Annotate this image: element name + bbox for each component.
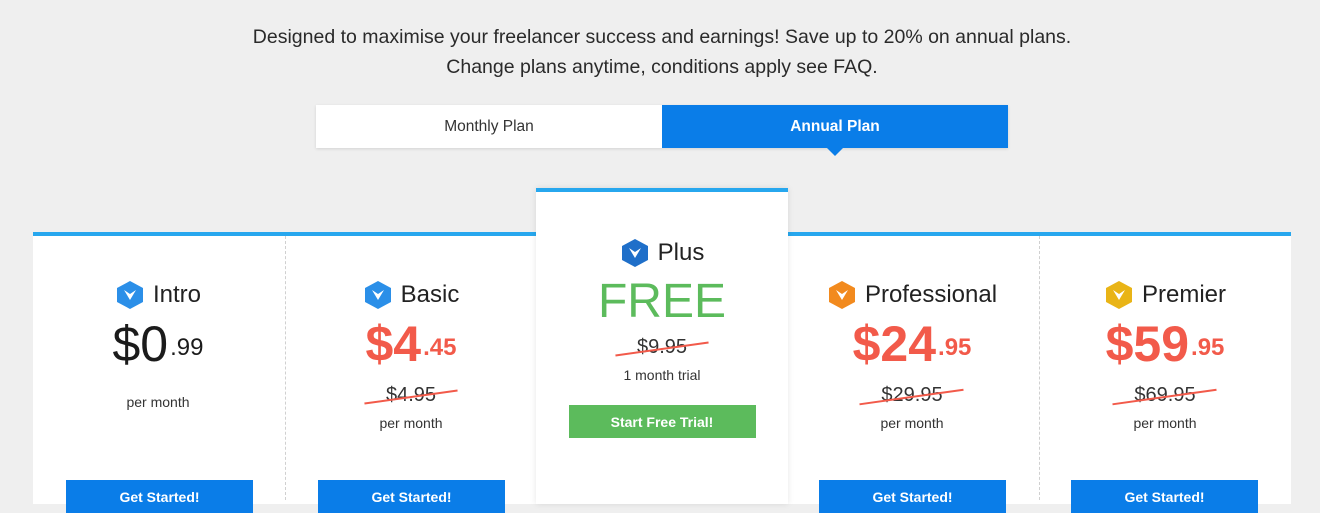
plan-name: Professional (864, 281, 998, 308)
plan-price: $4.45 (286, 316, 536, 372)
start-free-trial-button[interactable]: Start Free Trial! (568, 405, 756, 438)
price-cents: .45 (423, 334, 457, 361)
old-price: $29.95 (859, 384, 965, 407)
plan-card-basic: Basic $4.45 $4.95 per month Get Started! (285, 236, 536, 513)
price-main: $0 (112, 316, 169, 372)
plan-toggle: Monthly Plan Annual Plan (316, 105, 1008, 156)
plus-badge-icon (621, 239, 648, 267)
plan-price: $0.99 (33, 316, 283, 372)
plan-name: Premier (1141, 281, 1226, 308)
plan-title: Professional (787, 280, 1037, 310)
old-price: $4.95 (364, 384, 458, 407)
get-started-button[interactable]: Get Started! (819, 480, 1006, 513)
intro-badge-icon (116, 281, 143, 309)
plan-title: Premier (1040, 280, 1290, 310)
get-started-button[interactable]: Get Started! (66, 480, 253, 513)
old-price: $69.95 (1112, 384, 1218, 407)
plan-card-premier: Premier $59.95 $69.95 per month Get Star… (1039, 236, 1290, 513)
plan-price: $24.95 (787, 316, 1037, 372)
plan-card-professional: Professional $24.95 $29.95 per month Get… (787, 236, 1037, 513)
plan-title: Basic (286, 280, 536, 310)
price-cents: .95 (938, 334, 972, 361)
plan-period: 1 month trial (623, 367, 701, 383)
plan-period: per month (1133, 415, 1197, 431)
selected-caret-icon (827, 148, 843, 156)
plan-period: per month (379, 415, 443, 431)
annual-plan-label: Annual Plan (790, 117, 880, 135)
plan-card-intro: Intro $0.99 per month Get Started! (33, 236, 283, 513)
annual-plan-tab[interactable]: Annual Plan (662, 105, 1008, 156)
premier-badge-icon (1105, 281, 1132, 309)
plan-name: Basic (400, 281, 460, 308)
plan-name: Plus (657, 239, 705, 266)
pricing-intro-text: Designed to maximise your freelancer suc… (252, 26, 1072, 78)
plan-price: FREE (597, 275, 726, 328)
get-started-button[interactable]: Get Started! (1071, 480, 1258, 513)
plan-title: Intro (33, 280, 283, 310)
price-cents: .95 (1191, 334, 1225, 361)
price-main: $59 (1105, 316, 1190, 372)
basic-badge-icon (364, 281, 391, 309)
professional-badge-icon (828, 281, 855, 309)
plan-name: Intro (152, 281, 202, 308)
price-cents: .99 (170, 334, 204, 361)
plan-period: per month (126, 394, 190, 410)
plan-price: $59.95 (1040, 316, 1290, 372)
plan-title: Plus (536, 238, 788, 268)
get-started-button[interactable]: Get Started! (318, 480, 505, 513)
price-main: $24 (852, 316, 937, 372)
plan-card-plus: Plus FREE $9.95 1 month trial Start Free… (536, 188, 788, 504)
old-price: $9.95 (615, 336, 709, 359)
price-main: $4 (365, 316, 422, 372)
plan-period: per month (880, 415, 944, 431)
monthly-plan-tab[interactable]: Monthly Plan (316, 105, 662, 148)
